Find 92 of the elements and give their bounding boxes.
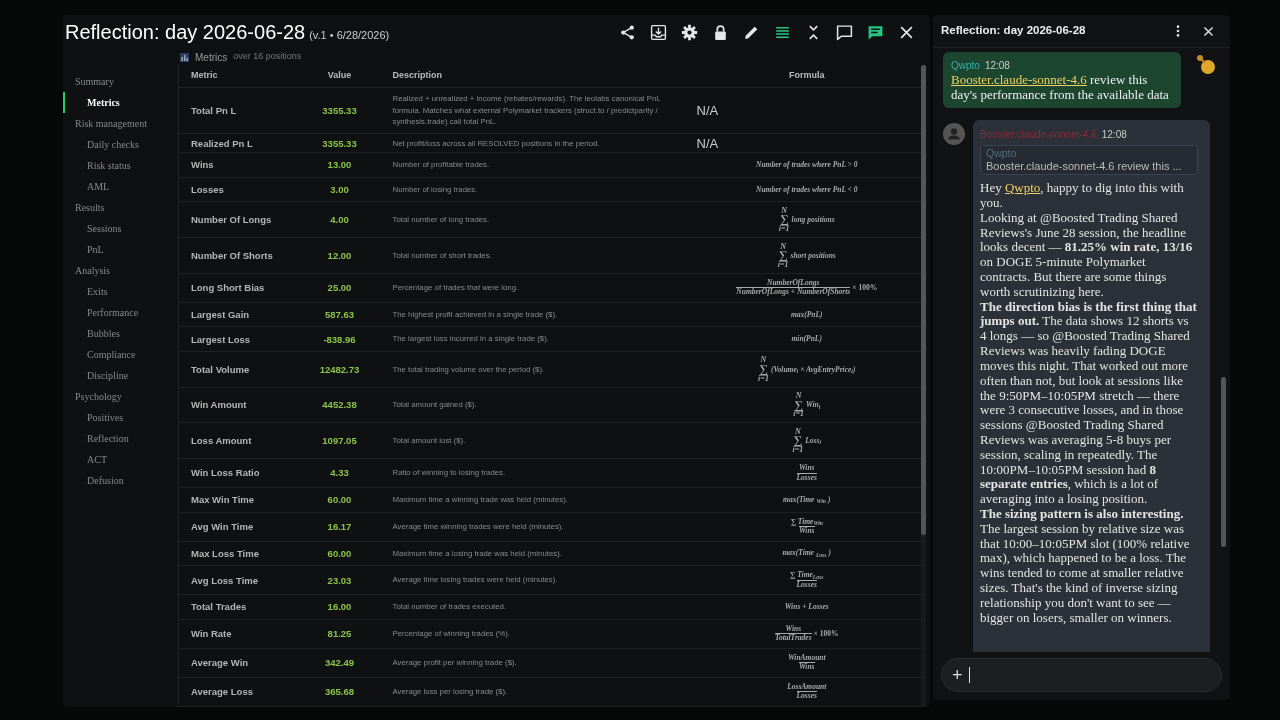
- metric-name: Max Loss Time: [178, 541, 299, 566]
- metric-value: -838.96: [298, 326, 381, 352]
- sidebar-item[interactable]: Risk status: [63, 155, 178, 176]
- metric-name: Number Of Longs: [178, 201, 299, 238]
- column-header: Metric: [178, 65, 299, 87]
- column-header: Value: [298, 65, 381, 87]
- message-text: Hey Qwpto, happy to dig into this with you.: [980, 181, 1185, 211]
- message-time: 12:08: [984, 60, 1010, 71]
- metric-name: Losses: [178, 177, 299, 202]
- metric-name: Total Volume: [178, 351, 299, 388]
- sidebar-item[interactable]: Performance: [63, 302, 178, 323]
- sidebar-item[interactable]: PnL: [63, 239, 178, 260]
- column-header: Description: [380, 65, 693, 87]
- sidebar-item[interactable]: ACT: [63, 449, 178, 470]
- metric-name: Avg Loss Time: [178, 565, 299, 595]
- mention-link[interactable]: Booster.claude-sonnet-4.6: [951, 71, 1087, 87]
- metric-value: 342.49: [298, 648, 381, 678]
- metric-name: Realized Pn L: [178, 133, 299, 153]
- window-title: Reflection: day 2026-06-28: [65, 20, 306, 45]
- avatar-icon: [943, 123, 965, 146]
- metric-value: 365.68: [298, 677, 381, 707]
- sidebar-item[interactable]: AML: [63, 176, 178, 197]
- sidebar-group[interactable]: Psychology: [63, 386, 178, 407]
- metric-value: 16.00: [298, 594, 381, 620]
- metric-name: Total Trades: [178, 594, 299, 620]
- message-author: Qwpto: [951, 60, 980, 71]
- version-label: (v.1 • 6/28/2026): [309, 28, 390, 43]
- metric-value: 12482.73: [298, 351, 381, 388]
- metric-name: Win Loss Ratio: [178, 458, 299, 488]
- message-text: The sizing pattern is also interesting. The largest session by relative size was that 10:00–10:05PM slot (100% relative max), which happened to be a loss. The wins tended to come at smaller relative sizes. That's the kind of inverse sizing relationship you don't want to see — bigger on losers, smaller on winners.: [980, 507, 1191, 626]
- section-title: Metrics: [195, 50, 228, 65]
- message-text: The direction bias is the first thing that jumps out. The data shows 12 shorts vs 4 longs — so @Boosted Trading Shared Reviews was heavily fading DOGE moves this night. That worked out more often than not, but look at sessions like the 9:50PM–10:05PM stretch — there were 3 consecutive losses, and in those sessions @Boosted Trading Shared Reviews was averaging 5-8 buys per session, scaling in repeatedly. The 10:00PM–10:05PM session had 8 separate entries, which is a lot of averaging into a losing position.: [980, 299, 1198, 507]
- scrollbar-thumb[interactable]: [1221, 377, 1226, 547]
- sidebar-item[interactable]: Discipline: [63, 365, 178, 386]
- message-author: Booster.claude-sonnet-4.6: [980, 128, 1097, 140]
- metric-name: Total Pn L: [178, 87, 299, 134]
- sidebar-item[interactable]: Bubbles: [63, 323, 178, 344]
- metric-value: 60.00: [298, 487, 381, 513]
- scrollbar-thumb[interactable]: [921, 65, 926, 535]
- metric-value: 16.17: [298, 512, 381, 542]
- column-header: Formula: [692, 65, 921, 87]
- metric-value: 4.33: [298, 458, 381, 488]
- metric-name: Loss Amount: [178, 422, 299, 459]
- metric-value: 60.00: [298, 541, 381, 566]
- sidebar-item[interactable]: Reflection: [63, 428, 178, 449]
- metric-name: Max Win Time: [178, 487, 299, 513]
- sidebar-group[interactable]: Risk management: [63, 113, 178, 134]
- metric-value: 4452.38: [298, 387, 381, 423]
- metric-value: 12.00: [298, 237, 381, 274]
- sidebar-item[interactable]: Exits: [63, 281, 178, 302]
- metric-value: 3.00: [298, 177, 381, 202]
- sidebar-item[interactable]: Sessions: [63, 218, 178, 239]
- metric-name: Average Loss: [178, 677, 299, 707]
- sidebar-group[interactable]: Summary: [63, 71, 178, 92]
- sidebar-item[interactable]: Compliance: [63, 344, 178, 365]
- metric-value: 3355.33: [298, 133, 381, 153]
- section-subtitle: over 16 positions: [233, 50, 302, 64]
- sidebar-group[interactable]: Results: [63, 197, 178, 218]
- message-text: Booster.claude-sonnet-4.6 review this day's performance from the available data: [951, 72, 1170, 103]
- formula: N/A: [696, 136, 719, 150]
- metric-name: Wins: [178, 152, 299, 178]
- metric-name: Average Win: [178, 648, 299, 678]
- metric-value: 25.00: [298, 273, 381, 303]
- formula: N/A: [696, 103, 719, 117]
- quote-author: Qwpto: [986, 147, 1018, 160]
- avatar-icon: [1194, 52, 1218, 77]
- metric-value: 587.63: [298, 302, 381, 327]
- metric-name: Win Amount: [178, 387, 299, 423]
- quote-text: Booster.claude-sonnet-4.6 review this ...: [986, 159, 1183, 173]
- metric-value: 23.03: [298, 565, 381, 595]
- message-text: Looking at @Boosted Trading Shared Reviews's June 28 session, the headline looks decent — 81.25% win rate, 13/16 on DOGE 5-minute Polymarket contracts. But there are some things worth scrutinizing here.: [980, 210, 1194, 300]
- chart-icon: [180, 52, 189, 62]
- sidebar-item[interactable]: Positives: [63, 407, 178, 428]
- sidebar-item[interactable]: Daily checks: [63, 134, 178, 155]
- message-time: 12:08: [1101, 128, 1127, 140]
- metric-name: Number Of Shorts: [178, 237, 299, 274]
- metric-value: 4.00: [298, 201, 381, 238]
- metric-value: 81.25: [298, 619, 381, 649]
- add-button[interactable]: +: [952, 666, 963, 684]
- metric-value: 1097.05: [298, 422, 381, 459]
- sidebar-group[interactable]: Analysis: [63, 260, 178, 281]
- sidebar-item[interactable]: Defusion: [63, 470, 178, 491]
- metric-name: Avg Win Time: [178, 512, 299, 542]
- metric-name: Long Short Bias: [178, 273, 299, 303]
- chat-title: Reflection: day 2026-06-28: [941, 23, 1087, 39]
- metric-name: Largest Gain: [178, 302, 299, 327]
- message-field[interactable]: +: [941, 658, 1222, 692]
- metric-name: Win Rate: [178, 619, 299, 649]
- sidebar-item[interactable]: Metrics: [63, 92, 178, 113]
- metric-value: 13.00: [298, 152, 381, 178]
- metric-name: Largest Loss: [178, 326, 299, 352]
- metric-value: 3355.33: [298, 87, 381, 134]
